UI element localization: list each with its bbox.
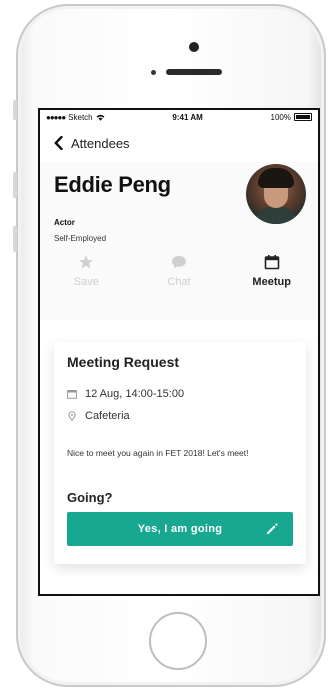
meeting-request-card: Meeting Request 12 Aug, 14:00-15:00 Cafe… [54, 342, 306, 564]
wifi-icon [96, 114, 105, 121]
earpiece-speaker [166, 69, 222, 75]
avatar-hair [258, 168, 294, 188]
back-button[interactable]: Attendees [54, 136, 130, 151]
meeting-datetime-row: 12 Aug, 14:00-15:00 [67, 388, 184, 400]
action-bar: Save Chat Meetup [40, 254, 318, 288]
going-button-label: Yes, I am going [137, 523, 223, 535]
phone-screen: ●●●●● Sketch 9:41 AM 100% Attendees Eddi… [38, 108, 320, 596]
going-button[interactable]: Yes, I am going [67, 512, 293, 546]
location-pin-icon [68, 411, 76, 421]
chat-label: Chat [167, 276, 191, 288]
status-time: 9:41 AM [172, 112, 203, 122]
chat-bubble-icon [172, 256, 186, 269]
back-label: Attendees [71, 135, 130, 151]
attendee-name: Eddie Peng [54, 172, 171, 197]
calendar-icon [264, 255, 279, 270]
avatar-body [252, 206, 300, 224]
meetup-label: Meetup [252, 276, 291, 288]
volume-up-button [13, 172, 17, 198]
battery-percent: 100% [270, 112, 291, 122]
attendee-company: Self-Employed [54, 234, 107, 243]
proximity-sensor [151, 70, 156, 75]
meeting-title: Meeting Request [67, 354, 180, 370]
pencil-icon[interactable] [265, 522, 279, 536]
save-label: Save [73, 276, 99, 288]
avatar[interactable] [246, 164, 306, 224]
save-action[interactable]: Save [40, 254, 133, 288]
nav-bar: Attendees [40, 124, 318, 162]
star-icon [79, 255, 94, 269]
front-camera [189, 42, 199, 52]
profile-header: Eddie Peng Actor Self-Employed Save Chat… [40, 162, 318, 320]
meeting-datetime: 12 Aug, 14:00-15:00 [85, 388, 185, 400]
home-button[interactable] [149, 612, 207, 670]
chevron-left-icon [54, 136, 63, 150]
battery-icon [294, 113, 312, 121]
volume-down-button [13, 226, 17, 252]
carrier-label: Sketch [68, 112, 93, 122]
signal-icon: ●●●●● [46, 112, 66, 122]
chat-action[interactable]: Chat [133, 254, 226, 288]
meetup-action[interactable]: Meetup [225, 254, 318, 288]
attendee-role: Actor [54, 218, 75, 227]
calendar-icon [67, 390, 77, 399]
mute-switch [13, 100, 17, 120]
status-bar: ●●●●● Sketch 9:41 AM 100% [40, 110, 318, 124]
meeting-message: Nice to meet you again in FET 2018! Let'… [67, 448, 249, 458]
meeting-location: Cafeteria [85, 410, 130, 422]
meeting-location-row: Cafeteria [67, 410, 130, 422]
going-question: Going? [67, 490, 113, 505]
